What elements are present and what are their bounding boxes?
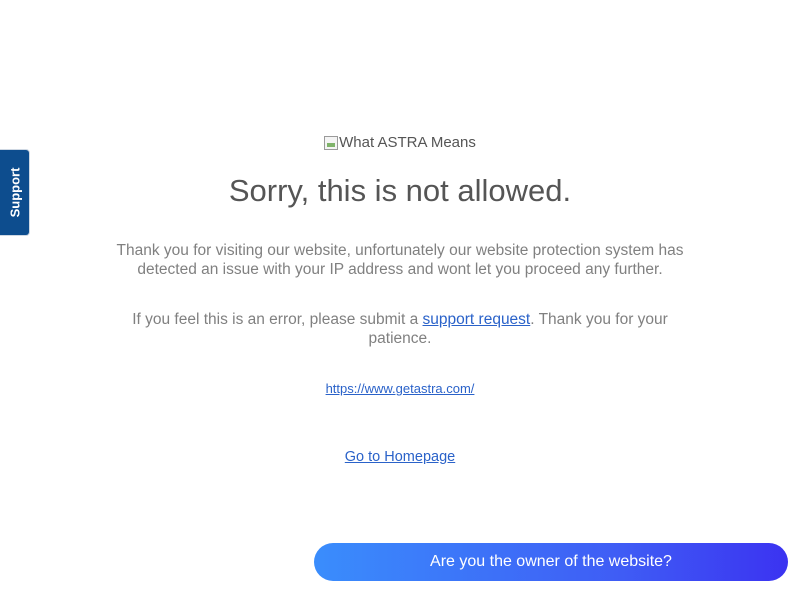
blocked-page: Support What ASTRA Means Sorry, this is … bbox=[0, 0, 800, 600]
site-link-container: https://www.getastra.com/ bbox=[0, 381, 800, 396]
website-owner-button[interactable]: Are you the owner of the website? bbox=[314, 543, 788, 581]
go-to-homepage-link[interactable]: Go to Homepage bbox=[345, 449, 455, 465]
error-message-before: If you feel this is an error, please sub… bbox=[132, 311, 423, 328]
support-request-link[interactable]: support request bbox=[423, 311, 531, 328]
astra-logo: What ASTRA Means bbox=[0, 134, 800, 154]
page-title: Sorry, this is not allowed. bbox=[228, 173, 572, 208]
logo-alt-text: What ASTRA Means bbox=[339, 134, 476, 151]
homepage-link-container: Go to Homepage bbox=[0, 449, 800, 465]
broken-image: What ASTRA Means bbox=[324, 134, 476, 151]
error-message: If you feel this is an error, please sub… bbox=[110, 310, 690, 348]
astra-site-link[interactable]: https://www.getastra.com/ bbox=[326, 381, 475, 396]
protection-message: Thank you for visiting our website, unfo… bbox=[116, 242, 684, 278]
broken-image-icon bbox=[324, 135, 339, 150]
